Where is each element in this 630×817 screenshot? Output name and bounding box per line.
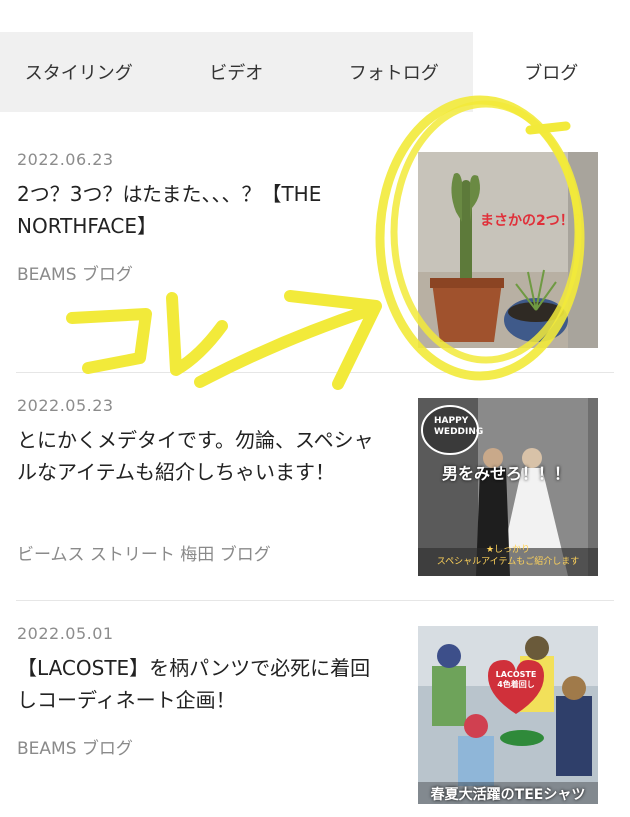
article-title[interactable]: 【LACOSTE】を柄パンツで必死に着回しコーディネート企画！ <box>17 652 389 718</box>
article-date: 2022.05.23 <box>17 396 114 415</box>
thumbnail-caption: 春夏大活躍のTEEシャツ <box>430 787 586 803</box>
article-date: 2022.05.01 <box>17 624 114 643</box>
thumbnail-footer: ★しっかり スペシャルアイテムもご紹介します <box>418 544 598 568</box>
tab-bar: スタイリング ビデオ フォトログ ブログ <box>0 32 630 112</box>
badge-line: HAPPY <box>434 416 469 426</box>
article-thumbnail[interactable]: LACOSTE 4色着回し 春夏大活躍のTEEシャツ <box>418 626 598 804</box>
thumbnail-badge: LACOSTE 4色着回し <box>490 670 542 690</box>
article-title[interactable]: とにかくメデタイです。勿論、スペシャルなアイテムも紹介しちゃいます！ <box>17 424 389 522</box>
article-thumbnail[interactable]: HAPPY WEDDING 男をみせろ！！！ ★しっかり スペシャルアイテムもご… <box>418 398 598 576</box>
footer-line: スペシャルアイテムもご紹介します <box>436 557 580 567</box>
article-date: 2022.06.23 <box>17 150 114 169</box>
footer-line: ★しっかり <box>485 545 531 555</box>
tab-styling[interactable]: スタイリング <box>0 32 158 112</box>
article-source: BEAMS ブログ <box>17 265 133 285</box>
article-title[interactable]: 2つ？3つ？はたまた、、、？【THE NORTHFACE】 <box>17 178 389 244</box>
thumbnail-caption: 男をみせろ！！！ <box>442 464 571 483</box>
badge-line: WEDDING <box>434 427 484 437</box>
article-source: ビームス ストリート 梅田 ブログ <box>17 545 271 565</box>
article-source: BEAMS ブログ <box>17 739 133 759</box>
tab-blog[interactable]: ブログ <box>472 32 630 112</box>
tab-photolog[interactable]: フォトログ <box>315 32 473 112</box>
divider <box>16 372 614 373</box>
badge-line: 4色着回し <box>497 680 535 689</box>
divider <box>16 600 614 601</box>
thumbnail-badge: HAPPY WEDDING <box>434 416 484 438</box>
tab-video[interactable]: ビデオ <box>157 32 315 112</box>
thumbnail-caption: まさかの2つ！？ <box>480 213 588 229</box>
article-thumbnail[interactable]: まさかの2つ！？ <box>418 152 598 348</box>
badge-line: LACOSTE <box>495 670 537 679</box>
